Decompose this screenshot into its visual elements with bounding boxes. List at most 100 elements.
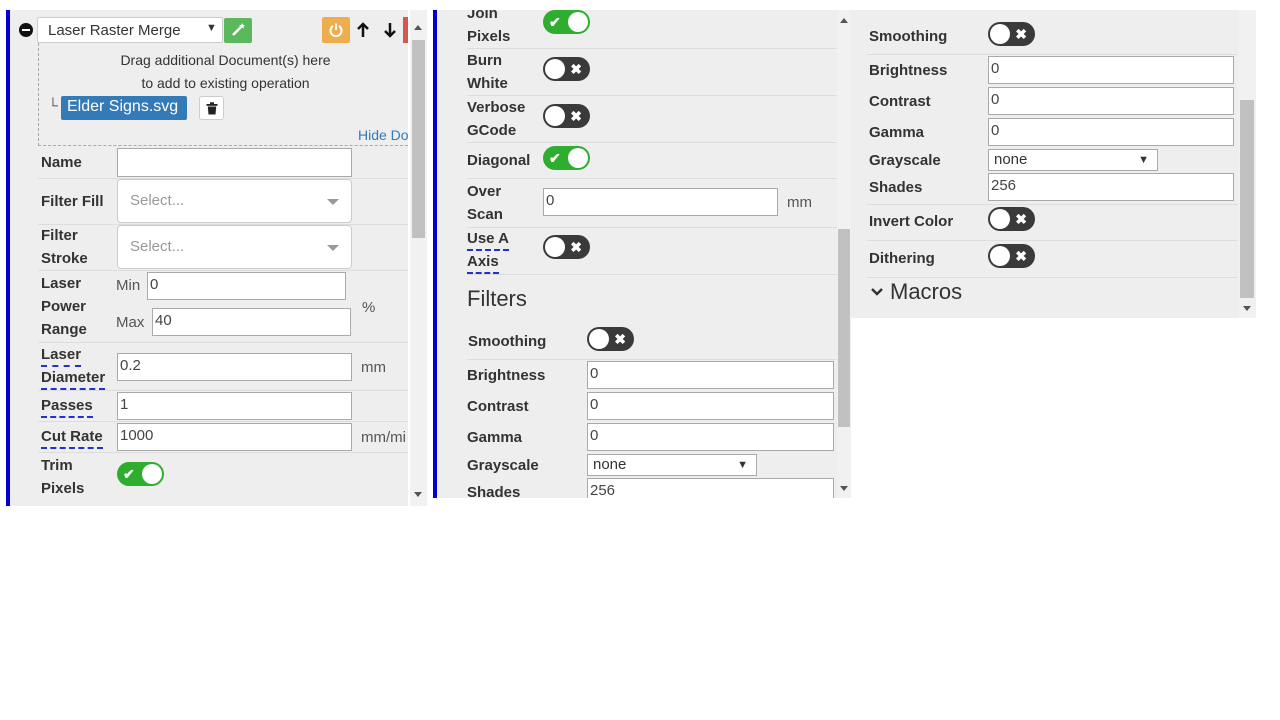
contrast-input[interactable]: 0 — [587, 392, 834, 420]
gamma-label: Gamma — [467, 429, 523, 446]
divider — [867, 277, 1237, 278]
divider — [867, 240, 1237, 241]
min-label: Min — [116, 277, 141, 294]
burn-label-2: White — [467, 75, 508, 92]
scroll-up-icon[interactable] — [840, 18, 848, 23]
operation-body: Laser Raster Merge ▼ Drag additional Doc… — [10, 10, 408, 506]
gamma-input[interactable]: 0 — [587, 423, 834, 451]
tree-marker: └ — [48, 97, 58, 113]
divider — [38, 342, 408, 343]
passes-label: Passes — [41, 395, 93, 418]
dithering-toggle[interactable]: ✖ — [988, 244, 1035, 268]
toggle-knob — [142, 464, 162, 484]
shades-input[interactable]: 256 — [988, 173, 1234, 201]
document-drop-zone[interactable]: Drag additional Document(s) here to add … — [38, 43, 408, 146]
divider — [467, 359, 837, 360]
overscan-input[interactable]: 0 — [543, 188, 778, 216]
chevron-down-icon: ▼ — [737, 459, 748, 471]
smoothing-toggle[interactable]: ✖ — [587, 327, 634, 351]
scroll-down-icon[interactable] — [414, 492, 422, 497]
move-up-button[interactable] — [352, 18, 374, 42]
magic-wand-icon — [232, 23, 245, 36]
drop-hint-line-1: Drag additional Document(s) here — [120, 52, 331, 68]
scrollbar[interactable] — [410, 10, 427, 506]
a-axis-label-2: Axis — [467, 251, 499, 274]
cut-rate-input[interactable]: 1000 — [117, 423, 352, 451]
operation-type-value: Laser Raster Merge — [48, 22, 181, 39]
x-icon: ✖ — [1015, 211, 1027, 227]
enable-operation-button[interactable] — [322, 17, 350, 43]
burn-white-toggle[interactable]: ✖ — [543, 57, 590, 81]
filter-fill-label: Filter Fill — [41, 193, 104, 210]
invert-color-label: Invert Color — [869, 213, 954, 230]
power-max-input[interactable]: 40 — [152, 308, 351, 336]
scrollbar[interactable] — [1238, 10, 1256, 318]
toggle-knob — [545, 59, 565, 79]
shades-input[interactable]: 256 — [587, 478, 834, 498]
scroll-down-icon[interactable] — [840, 486, 848, 491]
use-a-axis-toggle[interactable]: ✖ — [543, 235, 590, 259]
scrollbar-thumb[interactable] — [1240, 100, 1254, 298]
scroll-up-icon[interactable] — [414, 25, 422, 30]
shades-label: Shades — [869, 179, 923, 196]
trash-icon — [206, 102, 218, 115]
filter-stroke-select[interactable]: Select... — [117, 225, 352, 269]
magic-wand-button[interactable] — [224, 18, 252, 43]
document-chip[interactable]: Elder Signs.svg — [61, 96, 187, 120]
grayscale-select[interactable]: none ▼ — [988, 149, 1158, 171]
operation-type-select[interactable]: Laser Raster Merge ▼ — [37, 17, 223, 43]
divider — [467, 48, 837, 49]
move-down-button[interactable] — [379, 18, 401, 42]
brightness-input[interactable]: 0 — [587, 361, 834, 389]
diagonal-toggle[interactable]: ✔ — [543, 146, 590, 170]
remove-operation-icon[interactable] — [19, 23, 33, 37]
chevron-down-icon: ▼ — [206, 22, 217, 34]
brightness-input[interactable]: 0 — [988, 56, 1234, 84]
toggle-knob — [990, 246, 1010, 266]
trim-pixels-toggle[interactable]: ✔ — [117, 462, 164, 486]
power-label-3: Range — [41, 321, 87, 338]
contrast-input[interactable]: 0 — [988, 87, 1234, 115]
operation-panel: Laser Raster Merge ▼ Drag additional Doc… — [0, 10, 430, 506]
name-label: Name — [41, 154, 82, 171]
trim-label-1: Trim — [41, 457, 73, 474]
invert-color-toggle[interactable]: ✖ — [988, 207, 1035, 231]
delete-operation-button-edge[interactable] — [403, 17, 408, 43]
scrollbar-thumb[interactable] — [838, 229, 850, 427]
scrollbar-thumb[interactable] — [412, 40, 425, 238]
grayscale-label: Grayscale — [869, 152, 941, 169]
smoothing-label: Smoothing — [869, 28, 948, 45]
toggle-knob — [568, 148, 588, 168]
smoothing-label: Smoothing — [468, 333, 547, 350]
toggle-knob — [568, 12, 588, 32]
filter-fill-placeholder: Select... — [130, 192, 185, 209]
scroll-down-icon[interactable] — [1243, 306, 1251, 311]
divider — [38, 421, 408, 422]
hide-documents-link[interactable]: Hide Do — [358, 127, 408, 143]
gamma-input[interactable]: 0 — [988, 118, 1234, 146]
diameter-label-1: Laser — [41, 344, 82, 367]
smoothing-toggle[interactable]: ✖ — [988, 22, 1035, 46]
power-label-2: Power — [41, 298, 87, 315]
scrollbar[interactable] — [837, 10, 851, 498]
filter-fill-select[interactable]: Select... — [117, 179, 352, 223]
remove-document-button[interactable] — [199, 96, 224, 120]
name-input[interactable] — [117, 148, 352, 177]
x-icon: ✖ — [570, 61, 582, 77]
passes-input[interactable]: 1 — [117, 392, 352, 420]
divider — [867, 54, 1237, 55]
a-axis-label-1: Use A — [467, 228, 509, 251]
verbose-label-2: GCode — [467, 122, 517, 139]
max-label: Max — [116, 314, 145, 331]
check-icon: ✔ — [123, 466, 135, 482]
divider — [467, 142, 837, 143]
overscan-label-1: Over — [467, 183, 502, 200]
diameter-input[interactable]: 0.2 — [117, 353, 352, 381]
join-pixels-toggle[interactable]: ✔ — [543, 10, 590, 34]
overscan-unit: mm — [787, 194, 812, 211]
burn-label-1: Burn — [467, 52, 502, 69]
divider — [38, 270, 408, 271]
grayscale-select[interactable]: none ▼ — [587, 454, 757, 476]
verbose-gcode-toggle[interactable]: ✖ — [543, 104, 590, 128]
power-min-input[interactable]: 0 — [147, 272, 346, 300]
